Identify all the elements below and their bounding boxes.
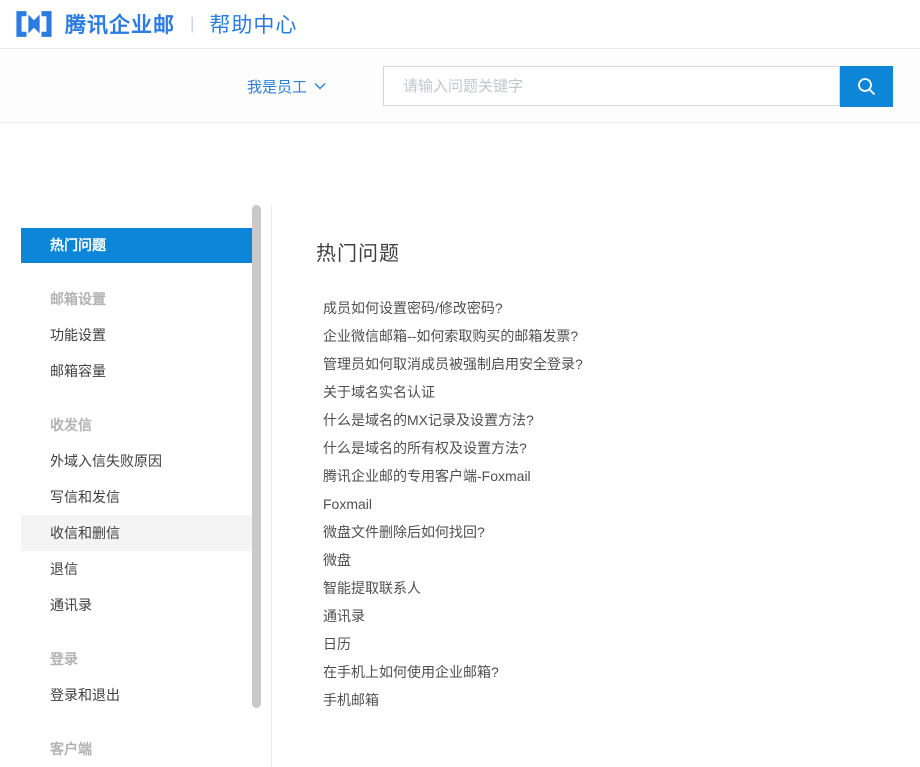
- question-link[interactable]: 智能提取联系人: [323, 574, 886, 602]
- search-button[interactable]: [840, 66, 893, 107]
- sidebar-item-active[interactable]: 热门问题: [21, 228, 253, 263]
- question-link[interactable]: 什么是域名的所有权及设置方法?: [323, 434, 886, 462]
- page-title: 热门问题: [316, 242, 886, 266]
- sidebar-item[interactable]: 写信和发信: [21, 479, 253, 515]
- question-link[interactable]: 腾讯企业邮的专用客户端-Foxmail: [323, 462, 886, 490]
- brand-name: 腾讯企业邮: [65, 9, 175, 39]
- portal-title: 帮助中心: [209, 9, 297, 39]
- sidebar-item-hover[interactable]: 收信和删信: [21, 515, 253, 551]
- sidebar-section-header: 收发信: [21, 407, 253, 443]
- exmail-logo-icon: [14, 9, 54, 39]
- sidebar-item[interactable]: 登录和退出: [21, 677, 253, 713]
- role-selector-dropdown[interactable]: 我是员工: [247, 50, 326, 122]
- role-selector-label: 我是员工: [247, 76, 307, 97]
- sidebar-scrollbar-thumb[interactable]: [252, 205, 261, 708]
- search-input[interactable]: [383, 66, 840, 106]
- sidebar-section-header: 邮箱设置: [21, 281, 253, 317]
- header-divider: |: [190, 14, 194, 34]
- question-link[interactable]: 日历: [323, 630, 886, 658]
- sidebar-item[interactable]: 功能设置: [21, 317, 253, 353]
- question-link[interactable]: 微盘文件删除后如何找回?: [323, 518, 886, 546]
- content-divider: [271, 205, 272, 767]
- question-link[interactable]: Foxmail: [323, 490, 886, 518]
- sidebar-item[interactable]: 通讯录: [21, 587, 253, 623]
- question-link[interactable]: 管理员如何取消成员被强制启用安全登录?: [323, 350, 886, 378]
- search-bar-section: 我是员工: [0, 50, 920, 123]
- question-link[interactable]: 在手机上如何使用企业邮箱?: [323, 658, 886, 686]
- sidebar-section-header: 客户端: [21, 731, 253, 767]
- sidebar-item[interactable]: 退信: [21, 551, 253, 587]
- question-list: 成员如何设置密码/修改密码?企业微信邮箱--如何索取购买的邮箱发票?管理员如何取…: [323, 294, 886, 714]
- sidebar-section-header: 登录: [21, 641, 253, 677]
- question-link[interactable]: 什么是域名的MX记录及设置方法?: [323, 406, 886, 434]
- main-content: 热门问题 成员如何设置密码/修改密码?企业微信邮箱--如何索取购买的邮箱发票?管…: [316, 242, 886, 714]
- question-link[interactable]: 手机邮箱: [323, 686, 886, 714]
- top-bar: 腾讯企业邮 | 帮助中心: [0, 0, 920, 49]
- question-link[interactable]: 微盘: [323, 546, 886, 574]
- exmail-logo-link[interactable]: 腾讯企业邮: [14, 9, 175, 39]
- question-link[interactable]: 企业微信邮箱--如何索取购买的邮箱发票?: [323, 322, 886, 350]
- category-sidebar: 热门问题 邮箱设置 功能设置 邮箱容量 收发信 外域入信失败原因 写信和发信 收…: [21, 228, 253, 767]
- sidebar-item[interactable]: 外域入信失败原因: [21, 443, 253, 479]
- chevron-down-icon: [314, 82, 326, 90]
- help-center-page: 腾讯企业邮 | 帮助中心 我是员工 热门问题: [0, 0, 920, 767]
- search-icon: [855, 75, 879, 99]
- question-link[interactable]: 成员如何设置密码/修改密码?: [323, 294, 886, 322]
- sidebar-item[interactable]: 邮箱容量: [21, 353, 253, 389]
- question-link[interactable]: 通讯录: [323, 602, 886, 630]
- question-link[interactable]: 关于域名实名认证: [323, 378, 886, 406]
